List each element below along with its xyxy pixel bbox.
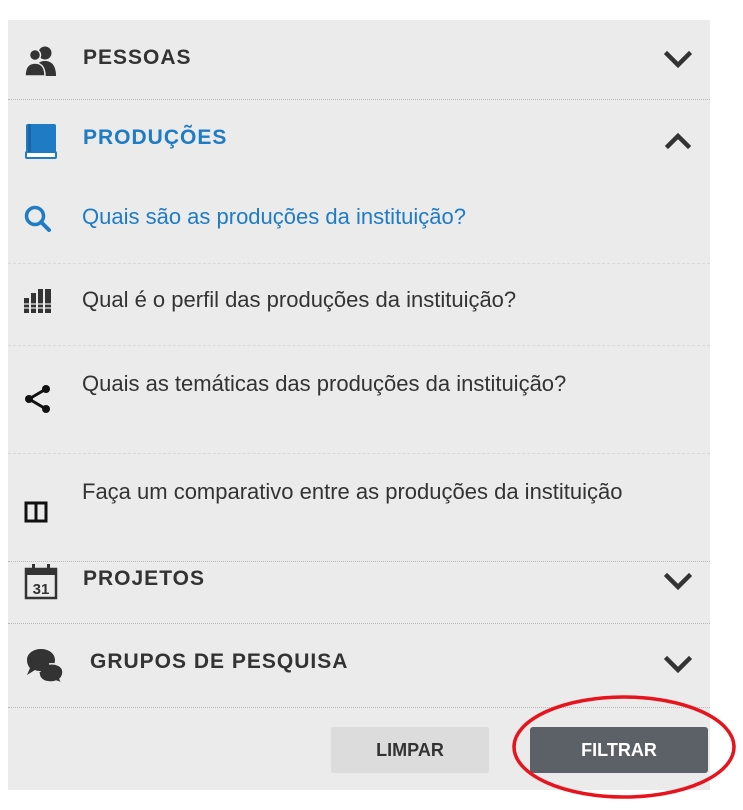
chat-bubbles-icon xyxy=(27,649,64,684)
book-icon xyxy=(25,124,57,159)
section-label: PRODUÇÕES xyxy=(83,126,228,149)
menu-item-label: Quais são as produções da instituição? xyxy=(82,204,467,229)
clear-button[interactable]: LIMPAR xyxy=(331,727,489,773)
section-producoes[interactable]: PRODUÇÕES xyxy=(8,100,710,180)
section-label: PESSOAS xyxy=(83,46,192,69)
chevron-up-icon xyxy=(664,132,692,150)
filter-button[interactable]: FILTRAR xyxy=(530,727,708,773)
chevron-down-icon xyxy=(664,50,692,69)
section-pessoas[interactable]: PESSOAS xyxy=(8,20,710,100)
section-label: GRUPOS DE PESQUISA xyxy=(90,650,349,673)
menu-item-perfil-producoes[interactable]: Qual é o perfil das produções da institu… xyxy=(8,264,710,346)
search-icon xyxy=(24,205,51,232)
menu-item-tematicas-producoes[interactable]: Quais as temáticas das produções da inst… xyxy=(8,346,710,454)
menu-item-quais-producoes[interactable]: Quais são as produções da instituição? xyxy=(8,182,710,264)
chevron-down-icon xyxy=(664,655,692,674)
people-icon xyxy=(24,46,56,77)
compare-columns-icon xyxy=(24,501,48,523)
bar-chart-icon xyxy=(24,289,51,313)
section-projetos[interactable]: 31 PROJETOS xyxy=(8,540,710,624)
share-icon xyxy=(25,385,50,413)
menu-item-label: Qual é o perfil das produções da institu… xyxy=(82,287,517,312)
menu-item-label: Faça um comparativo entre as produções d… xyxy=(82,479,623,504)
calendar-icon: 31 xyxy=(24,564,58,600)
chevron-down-icon xyxy=(664,572,692,591)
filter-panel: PESSOAS PRODUÇÕES Quais são as produções… xyxy=(8,20,710,790)
menu-item-label: Quais as temáticas das produções da inst… xyxy=(82,371,567,396)
svg-text:31: 31 xyxy=(33,581,50,598)
section-label: PROJETOS xyxy=(83,567,205,590)
section-grupos-de-pesquisa[interactable]: GRUPOS DE PESQUISA xyxy=(8,624,710,708)
